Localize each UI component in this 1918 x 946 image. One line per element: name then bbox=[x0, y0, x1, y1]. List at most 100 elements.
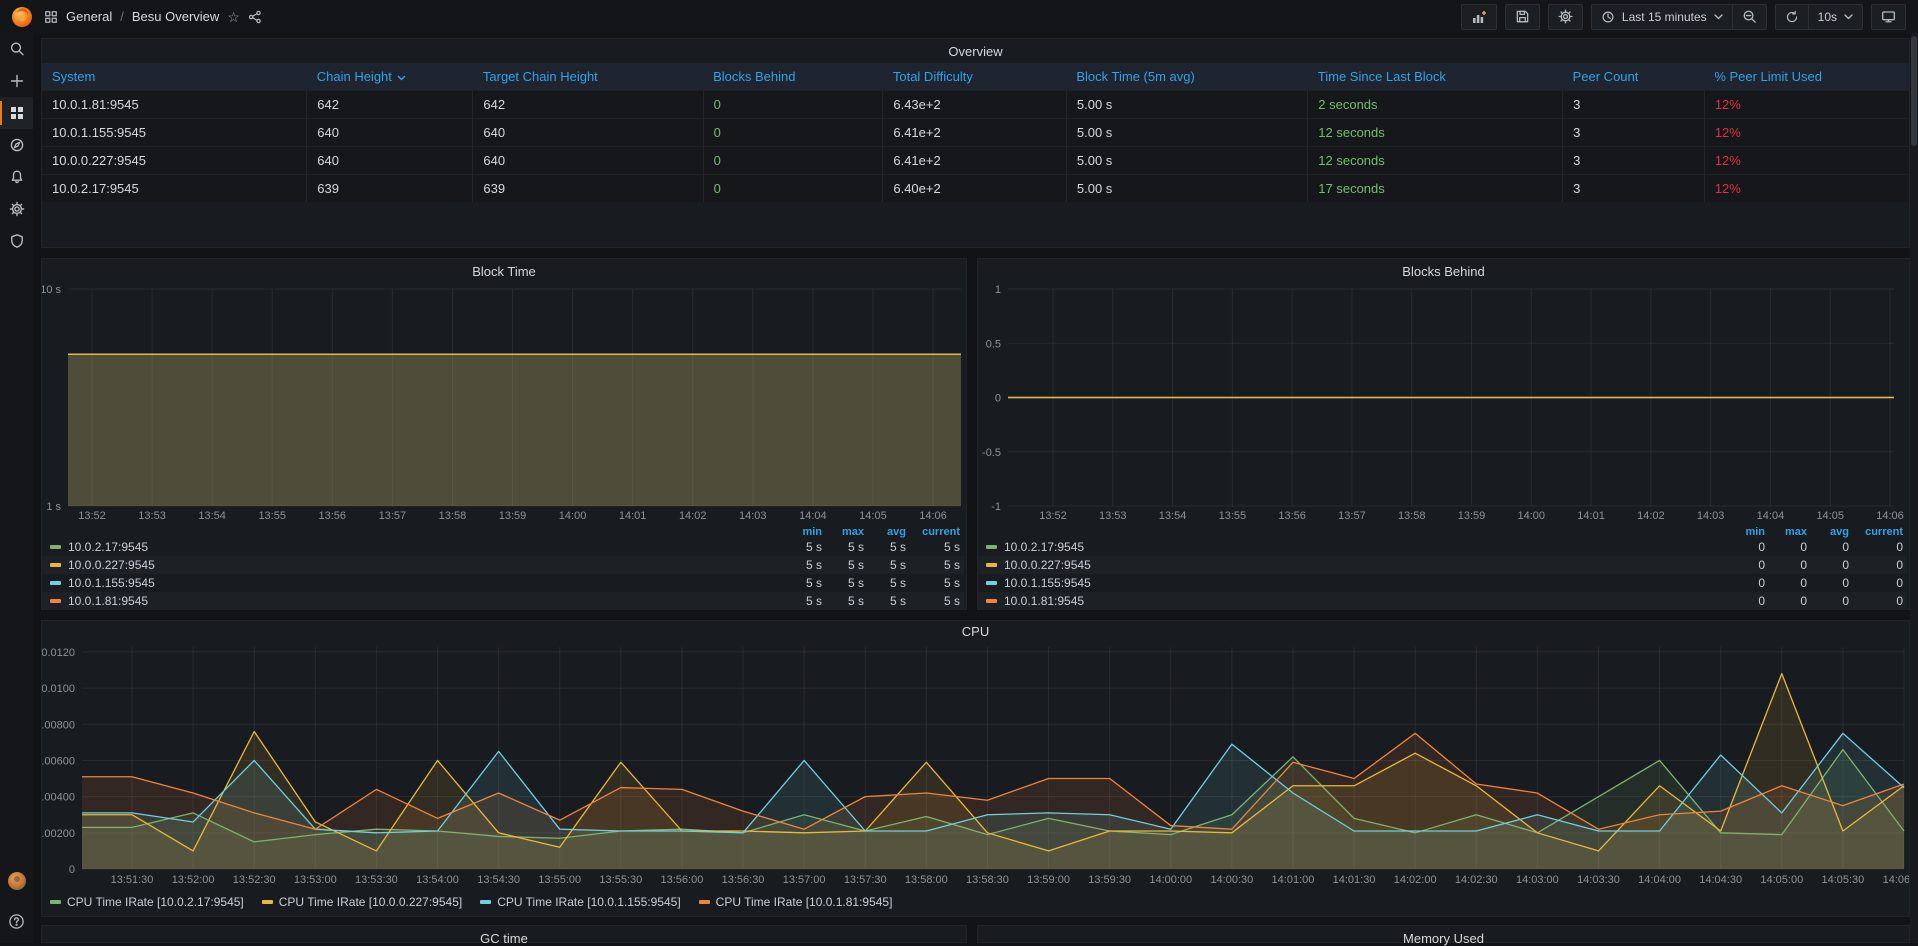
legend-row[interactable]: 10.0.0.227:95455 s5 s5 s5 s bbox=[42, 556, 964, 574]
blocks-behind-chart[interactable]: 10.50-0.5-113:5213:5313:5413:5513:5613:5… bbox=[978, 279, 1909, 525]
block-time-chart[interactable]: 10 s1 s13:5213:5313:5413:5513:5613:5713:… bbox=[42, 279, 966, 525]
table-cell: 10.0.2.17:9545 bbox=[42, 174, 307, 202]
legend-item[interactable]: CPU Time IRate [10.0.1.155:9545] bbox=[480, 895, 680, 909]
column-header--peer-limit-used[interactable]: % Peer Limit Used bbox=[1704, 63, 1909, 90]
column-header-target-chain-height[interactable]: Target Chain Height bbox=[473, 63, 703, 90]
breadcrumb-folder[interactable]: General bbox=[66, 9, 112, 24]
table-row: 10.0.1.81:954564264206.43e+25.00 s2 seco… bbox=[42, 90, 1909, 118]
svg-text:14:04: 14:04 bbox=[1757, 510, 1785, 522]
sidebar-item-server-admin[interactable] bbox=[0, 225, 33, 257]
svg-text:13:59:00: 13:59:00 bbox=[1027, 874, 1070, 886]
star-icon[interactable]: ☆ bbox=[227, 10, 240, 24]
panel-title-memory-used[interactable]: Memory Used bbox=[978, 926, 1909, 946]
svg-text:14:03:30: 14:03:30 bbox=[1577, 874, 1620, 886]
breadcrumb: General / Besu Overview ☆ bbox=[44, 9, 262, 24]
svg-text:13:55: 13:55 bbox=[258, 510, 286, 522]
shield-icon bbox=[9, 233, 25, 249]
panel-gc-time: GC time bbox=[41, 925, 967, 943]
svg-text:13:54:30: 13:54:30 bbox=[477, 874, 520, 886]
svg-text:13:52: 13:52 bbox=[78, 510, 106, 522]
cpu-chart[interactable]: 0.01200.01000.008000.006000.004000.00200… bbox=[42, 639, 1909, 891]
legend-item[interactable]: CPU Time IRate [10.0.0.227:9545] bbox=[262, 895, 462, 909]
add-panel-button[interactable] bbox=[1461, 4, 1497, 30]
zoom-out-button[interactable] bbox=[1732, 5, 1766, 29]
refresh-button[interactable] bbox=[1776, 5, 1808, 29]
table-cell: 0 bbox=[703, 174, 883, 202]
sidebar-item-search[interactable] bbox=[0, 33, 33, 65]
stat-avg: 5 s bbox=[864, 540, 906, 554]
stat-min: 5 s bbox=[780, 558, 822, 572]
gear-icon bbox=[9, 201, 25, 217]
series-color-swatch bbox=[986, 545, 997, 549]
legend-item[interactable]: CPU Time IRate [10.0.2.17:9545] bbox=[50, 895, 244, 909]
series-label: 10.0.0.227:9545 bbox=[1004, 558, 1723, 572]
table-cell: 5.00 s bbox=[1066, 118, 1307, 146]
legend-row[interactable]: 10.0.1.155:95450000 bbox=[978, 574, 1907, 592]
table-cell: 642 bbox=[307, 90, 473, 118]
sidebar-item-explore[interactable] bbox=[0, 129, 33, 161]
sidebar-item-configuration[interactable] bbox=[0, 193, 33, 225]
svg-text:14:03: 14:03 bbox=[1697, 510, 1725, 522]
time-picker-group: Last 15 minutes bbox=[1591, 4, 1767, 30]
series-color-swatch bbox=[50, 599, 61, 603]
refresh-interval-button[interactable]: 10s bbox=[1808, 5, 1862, 29]
svg-text:14:06:00: 14:06:00 bbox=[1883, 874, 1909, 886]
column-header-chain-height[interactable]: Chain Height bbox=[307, 63, 473, 90]
save-dashboard-button[interactable] bbox=[1505, 4, 1540, 30]
stat-max: 0 bbox=[1765, 576, 1807, 590]
grafana-logo[interactable] bbox=[0, 0, 44, 33]
sidebar-item-create[interactable] bbox=[0, 65, 33, 97]
stat-max: 0 bbox=[1765, 558, 1807, 572]
legend-item[interactable]: CPU Time IRate [10.0.1.81:9545] bbox=[699, 895, 893, 909]
clock-icon bbox=[1601, 10, 1615, 24]
svg-text:13:56:30: 13:56:30 bbox=[722, 874, 765, 886]
legend-row[interactable]: 10.0.2.17:95450000 bbox=[978, 538, 1907, 556]
chevron-down-icon bbox=[1714, 14, 1723, 20]
column-header-total-difficulty[interactable]: Total Difficulty bbox=[883, 63, 1067, 90]
legend-row[interactable]: 10.0.1.81:95450000 bbox=[978, 592, 1907, 610]
legend-row[interactable]: 10.0.1.155:95455 s5 s5 s5 s bbox=[42, 574, 964, 592]
breadcrumb-dashboard-title[interactable]: Besu Overview bbox=[132, 9, 219, 24]
legend-row[interactable]: 10.0.2.17:95455 s5 s5 s5 s bbox=[42, 538, 964, 556]
sidebar-item-dashboards[interactable] bbox=[0, 97, 33, 129]
time-range-button[interactable]: Last 15 minutes bbox=[1592, 5, 1732, 29]
panel-title-overview[interactable]: Overview bbox=[42, 39, 1909, 59]
stat-min: 0 bbox=[1723, 576, 1765, 590]
panel-title-block-time[interactable]: Block Time bbox=[42, 259, 966, 279]
svg-text:1: 1 bbox=[995, 284, 1001, 296]
table-cell: 6.41e+2 bbox=[883, 146, 1067, 174]
sidebar-item-alerting[interactable] bbox=[0, 161, 33, 193]
bell-icon bbox=[9, 169, 25, 185]
column-header-peer-count[interactable]: Peer Count bbox=[1563, 63, 1705, 90]
stat-avg: 0 bbox=[1807, 594, 1849, 608]
column-header-time-since-last-block[interactable]: Time Since Last Block bbox=[1308, 63, 1563, 90]
scrollbar-thumb[interactable] bbox=[1911, 36, 1917, 146]
svg-text:13:57: 13:57 bbox=[379, 510, 407, 522]
column-header-block-time-5m-avg-[interactable]: Block Time (5m avg) bbox=[1066, 63, 1307, 90]
scrollbar-track[interactable] bbox=[1910, 33, 1918, 943]
dashboard-settings-button[interactable] bbox=[1548, 4, 1583, 30]
series-color-swatch bbox=[699, 900, 710, 904]
series-color-swatch bbox=[480, 900, 491, 904]
share-icon[interactable] bbox=[248, 10, 262, 24]
column-header-blocks-behind[interactable]: Blocks Behind bbox=[703, 63, 883, 90]
legend-row[interactable]: 10.0.0.227:95450000 bbox=[978, 556, 1907, 574]
legend-row[interactable]: 10.0.1.81:95455 s5 s5 s5 s bbox=[42, 592, 964, 610]
table-cell: 12% bbox=[1704, 90, 1909, 118]
panel-title-blocks-behind[interactable]: Blocks Behind bbox=[978, 259, 1909, 279]
panel-title-gc-time[interactable]: GC time bbox=[42, 926, 966, 946]
cpu-legend: CPU Time IRate [10.0.2.17:9545] CPU Time … bbox=[42, 891, 1909, 913]
cycle-view-mode-button[interactable] bbox=[1871, 4, 1906, 30]
table-row: 10.0.0.227:954564064006.41e+25.00 s12 se… bbox=[42, 146, 1909, 174]
svg-text:0.0120: 0.0120 bbox=[42, 647, 75, 659]
table-cell: 12 seconds bbox=[1308, 146, 1563, 174]
sidebar-item-help[interactable] bbox=[0, 905, 33, 937]
sidebar-item-profile[interactable] bbox=[0, 865, 33, 897]
column-header-system[interactable]: System bbox=[42, 63, 307, 90]
stat-min: 5 s bbox=[780, 576, 822, 590]
table-cell: 12% bbox=[1704, 118, 1909, 146]
stat-max: 0 bbox=[1765, 594, 1807, 608]
time-range-label: Last 15 minutes bbox=[1622, 10, 1707, 24]
stat-current: 5 s bbox=[906, 594, 960, 608]
panel-title-cpu[interactable]: CPU bbox=[42, 621, 1909, 639]
